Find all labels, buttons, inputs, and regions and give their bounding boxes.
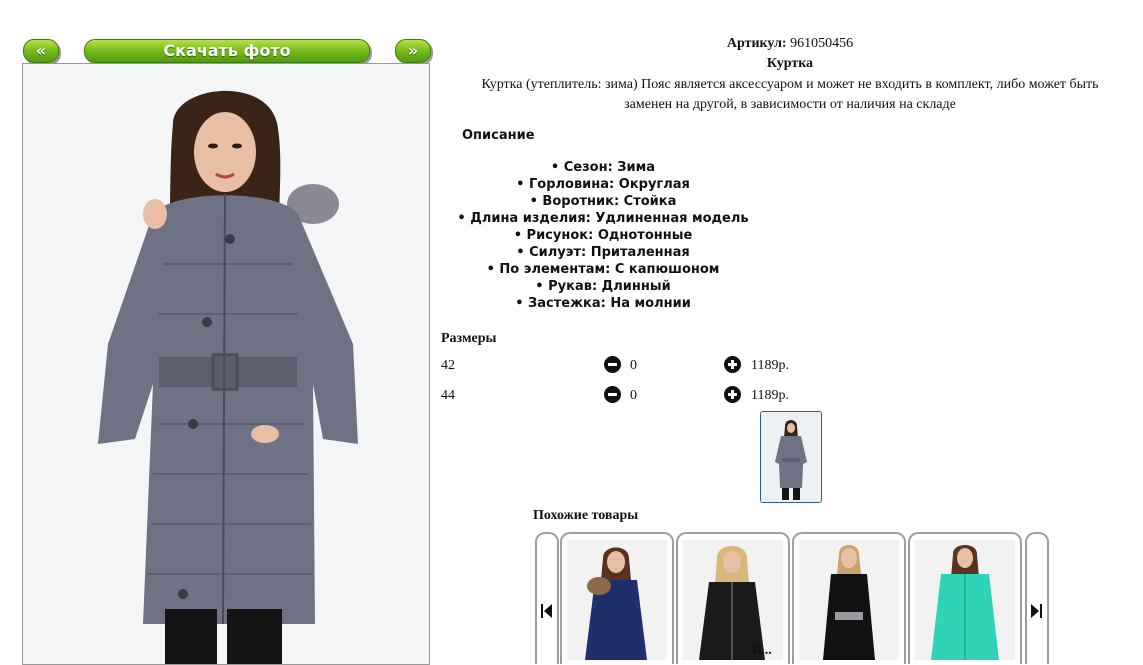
plus-icon[interactable] [724, 356, 741, 373]
bottom-cut-text: Б... [752, 643, 772, 658]
product-name: Куртка [766, 56, 814, 71]
similar-products-title: Похожие товары [533, 508, 639, 523]
model-jacket-image [23, 64, 429, 664]
minus-icon[interactable] [604, 386, 621, 403]
size-row: 44 0 1189р. [441, 385, 861, 407]
description-line-2: заменен на другой, в зависимости от нали… [624, 97, 956, 112]
quantity-value: 0 [630, 388, 637, 403]
next-photo-button[interactable]: » [395, 39, 431, 63]
property-item: • Сезон: Зима [550, 160, 656, 175]
property-item: • По элементам: С капюшоном [486, 262, 720, 277]
prev-photo-button[interactable]: « [23, 39, 59, 63]
article-line: Артикул: 961050456 [437, 36, 1143, 52]
thumbnail-image [761, 412, 821, 502]
quantity-value: 0 [630, 358, 637, 373]
similar-product-image [799, 540, 899, 660]
property-item: • Воротник: Стойка [529, 194, 677, 209]
similar-product-card[interactable] [908, 532, 1022, 664]
article-value: 961050456 [790, 36, 854, 51]
description-title: Описание [462, 128, 535, 143]
similar-product-card[interactable] [560, 532, 674, 664]
product-description: Куртка (утеплитель: зима) Пояс является … [437, 75, 1143, 115]
carousel-prev-button[interactable] [535, 532, 559, 664]
minus-icon[interactable] [604, 356, 621, 373]
article-label: Артикул: [726, 36, 787, 51]
size-value: 44 [441, 388, 455, 403]
properties-list: • Сезон: Зима • Горловина: Округлая • Во… [441, 159, 765, 312]
sizes-title: Размеры [441, 331, 497, 346]
carousel-next-button[interactable] [1025, 532, 1049, 664]
size-value: 42 [441, 358, 455, 373]
property-item: • Рисунок: Однотонные [513, 228, 693, 243]
download-photo-button[interactable]: Скачать фото [84, 39, 370, 63]
skip-next-icon [1031, 604, 1042, 622]
property-item: • Застежка: На молнии [515, 296, 691, 311]
property-item: • Горловина: Округлая [516, 177, 690, 192]
price-value: 1189р. [751, 388, 789, 403]
size-row: 42 0 1189р. [441, 355, 861, 377]
similar-product-image [683, 540, 783, 660]
description-line-1: Куртка (утеплитель: зима) Пояс является … [481, 77, 1099, 92]
similar-product-image [915, 540, 1015, 660]
property-item: • Силуэт: Приталенная [516, 245, 690, 260]
price-value: 1189р. [751, 358, 789, 373]
plus-icon[interactable] [724, 386, 741, 403]
similar-product-card[interactable] [676, 532, 790, 664]
property-item: • Рукав: Длинный [535, 279, 671, 294]
similar-product-image [567, 540, 667, 660]
product-photo[interactable] [22, 63, 430, 665]
property-item: • Длина изделия: Удлиненная модель [457, 211, 749, 226]
skip-previous-icon [541, 604, 552, 622]
photo-thumbnail[interactable] [760, 411, 822, 503]
similar-product-card[interactable] [792, 532, 906, 664]
